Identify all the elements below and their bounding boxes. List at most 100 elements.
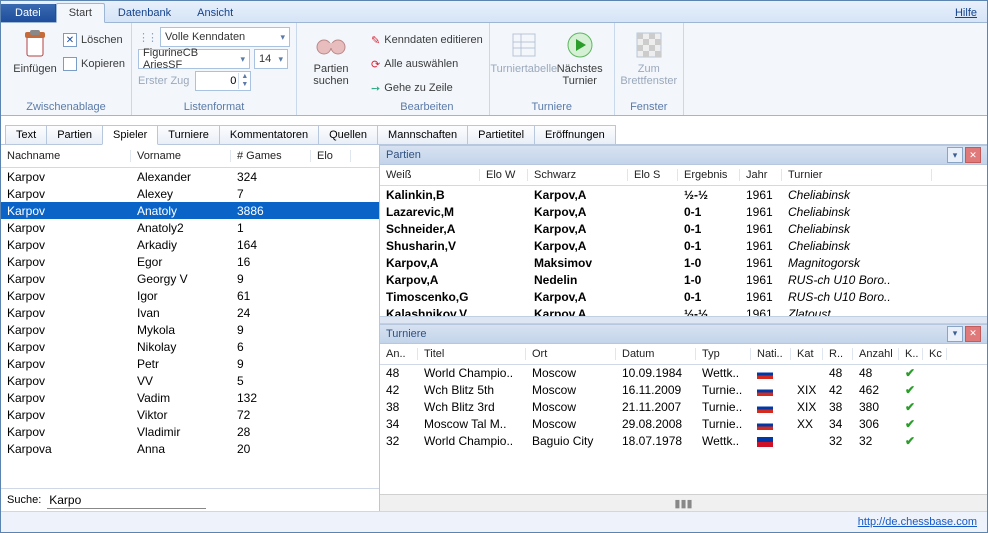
game-row[interactable]: Karpov,ANedelin1-01961RUS-ch U10 Boro..	[380, 271, 987, 288]
category-tab-kommentatoren[interactable]: Kommentatoren	[219, 125, 319, 144]
file-menu[interactable]: Datei	[1, 4, 56, 22]
ribbon-tab-database[interactable]: Datenbank	[105, 3, 184, 22]
category-tab-partietitel[interactable]: Partietitel	[467, 125, 535, 144]
board-window-button[interactable]: Zum Brettfenster	[621, 25, 677, 87]
game-row[interactable]: Lazarevic,MKarpov,A0-11961Cheliabinsk	[380, 203, 987, 220]
games-pane-header[interactable]: Partien ▾✕	[380, 145, 987, 165]
close-icon[interactable]: ✕	[965, 326, 981, 342]
ribbon: Einfügen ✕Löschen Kopieren Zwischenablag…	[1, 23, 987, 116]
tournaments-header[interactable]: An..TitelOrtDatumTypNati..KatR..AnzahlK.…	[380, 344, 987, 365]
player-row[interactable]: KarpovAnatoly21	[1, 219, 379, 236]
game-row[interactable]: Kalashnikov,VKarpov,A½-½1961Zlatoust	[380, 305, 987, 316]
close-icon[interactable]: ✕	[965, 147, 981, 163]
select-all-button[interactable]: ⟳Alle auswählen	[371, 53, 458, 75]
game-row[interactable]: Schneider,AKarpov,A0-11961Cheliabinsk	[380, 220, 987, 237]
search-input[interactable]	[47, 492, 206, 509]
category-tab-partien[interactable]: Partien	[46, 125, 103, 144]
column-header[interactable]: Schwarz	[528, 169, 628, 181]
player-row[interactable]: KarpovNikolay6	[1, 338, 379, 355]
dropdown-icon[interactable]: ▾	[947, 147, 963, 163]
website-link[interactable]: http://de.chessbase.com	[858, 516, 977, 528]
tournaments-pane-header[interactable]: Turniere ▾✕	[380, 324, 987, 344]
column-header[interactable]: Nati..	[751, 348, 791, 360]
player-row[interactable]: KarpovVladimir28	[1, 423, 379, 440]
game-row[interactable]: Timoscenko,GKarpov,A0-11961RUS-ch U10 Bo…	[380, 288, 987, 305]
category-tab-turniere[interactable]: Turniere	[157, 125, 220, 144]
column-header[interactable]: Ergebnis	[678, 169, 740, 181]
category-tab-quellen[interactable]: Quellen	[318, 125, 378, 144]
fontsize-combo[interactable]: 14▾	[254, 49, 288, 69]
category-tab-text[interactable]: Text	[5, 125, 47, 144]
player-row[interactable]: KarpovVV5	[1, 372, 379, 389]
game-row[interactable]: Shusharin,VKarpov,A0-11961Cheliabinsk	[380, 237, 987, 254]
player-row[interactable]: KarpovaAnna20	[1, 440, 379, 457]
tournaments-grid[interactable]: 48World Champio..Moscow10.09.1984Wettk..…	[380, 365, 987, 495]
column-header[interactable]: Ort	[526, 348, 616, 360]
column-header[interactable]: R..	[823, 348, 853, 360]
column-header[interactable]: Datum	[616, 348, 696, 360]
delete-button[interactable]: ✕Löschen	[63, 29, 125, 51]
players-grid[interactable]: KarpovAlexander324KarpovAlexey7KarpovAna…	[1, 168, 379, 488]
player-row[interactable]: KarpovVadim132	[1, 389, 379, 406]
column-header[interactable]: Typ	[696, 348, 751, 360]
column-header[interactable]: Elo S	[628, 169, 678, 181]
player-row[interactable]: KarpovEgor16	[1, 253, 379, 270]
dropdown-icon[interactable]: ▾	[947, 326, 963, 342]
category-tab-spieler[interactable]: Spieler	[102, 125, 158, 145]
column-header[interactable]: Elo	[311, 150, 351, 162]
splitter[interactable]	[380, 316, 987, 324]
game-row[interactable]: Kalinkin,BKarpov,A½-½1961Cheliabinsk	[380, 186, 987, 203]
tournament-row[interactable]: 42Wch Blitz 5thMoscow16.11.2009Turnie..X…	[380, 382, 987, 399]
next-tournament-button[interactable]: Nächstes Turnier	[552, 25, 608, 87]
kenndaten-combo[interactable]: Volle Kenndaten▾	[160, 27, 290, 47]
column-header[interactable]: Weiß	[380, 169, 480, 181]
column-header[interactable]: Kc	[923, 348, 947, 360]
search-games-button[interactable]: Partien suchen	[303, 25, 359, 87]
games-header[interactable]: WeißElo WSchwarzElo SErgebnisJahrTurnier	[380, 165, 987, 186]
copy-button[interactable]: Kopieren	[63, 53, 125, 75]
tournament-row[interactable]: 32World Champio..Baguio City18.07.1978We…	[380, 433, 987, 450]
scrollbar[interactable]: ▮▮▮	[380, 494, 987, 511]
ribbon-tab-view[interactable]: Ansicht	[184, 3, 246, 22]
column-header[interactable]: Jahr	[740, 169, 782, 181]
column-header[interactable]: Kat	[791, 348, 823, 360]
category-tab-eröffnungen[interactable]: Eröffnungen	[534, 125, 616, 144]
chevron-down-icon: ▾	[237, 54, 246, 65]
main-area: NachnameVorname# GamesElo KarpovAlexande…	[1, 145, 987, 511]
goto-line-button[interactable]: ➙Gehe zu Zeile	[371, 77, 453, 99]
game-row[interactable]: Karpov,AMaksimov1-01961Magnitogorsk	[380, 254, 987, 271]
tournament-row[interactable]: 48World Champio..Moscow10.09.1984Wettk..…	[380, 365, 987, 382]
player-row[interactable]: KarpovAlexey7	[1, 185, 379, 202]
firstmove-spinner[interactable]: ▲▼	[195, 71, 251, 91]
crosstable-button[interactable]: Turniertabelle	[496, 25, 552, 75]
font-combo[interactable]: FigurineCB AriesSF▾	[138, 49, 250, 69]
category-tab-mannschaften[interactable]: Mannschaften	[377, 125, 468, 144]
player-row[interactable]: KarpovGeorgy V9	[1, 270, 379, 287]
player-row[interactable]: KarpovAnatoly3886	[1, 202, 379, 219]
column-header[interactable]: K..	[899, 348, 923, 360]
column-header[interactable]: Titel	[418, 348, 526, 360]
column-header[interactable]: An..	[380, 348, 418, 360]
player-row[interactable]: KarpovViktor72	[1, 406, 379, 423]
column-header[interactable]: Vorname	[131, 150, 231, 162]
column-header[interactable]: Elo W	[480, 169, 528, 181]
tournament-row[interactable]: 38Wch Blitz 3rdMoscow21.11.2007Turnie..X…	[380, 399, 987, 416]
player-row[interactable]: KarpovIvan24	[1, 304, 379, 321]
ribbon-tab-start[interactable]: Start	[56, 3, 105, 23]
player-row[interactable]: KarpovAlexander324	[1, 168, 379, 185]
games-grid[interactable]: Kalinkin,BKarpov,A½-½1961CheliabinskLaza…	[380, 186, 987, 316]
players-header[interactable]: NachnameVorname# GamesElo	[1, 145, 379, 168]
column-header[interactable]: # Games	[231, 150, 311, 162]
player-row[interactable]: KarpovPetr9	[1, 355, 379, 372]
column-header[interactable]: Turnier	[782, 169, 932, 181]
player-row[interactable]: KarpovMykola9	[1, 321, 379, 338]
player-row[interactable]: KarpovIgor61	[1, 287, 379, 304]
tournament-row[interactable]: 34Moscow Tal M..Moscow29.08.2008Turnie..…	[380, 416, 987, 433]
column-header[interactable]: Nachname	[1, 150, 131, 162]
edit-kenndaten-button[interactable]: ✎Kenndaten editieren	[371, 29, 483, 51]
column-header[interactable]: Anzahl	[853, 348, 899, 360]
paste-button[interactable]: Einfügen	[7, 25, 63, 75]
player-row[interactable]: KarpovArkadiy164	[1, 236, 379, 253]
help-link[interactable]: Hilfe	[945, 4, 987, 22]
firstmove-input[interactable]	[196, 75, 238, 87]
